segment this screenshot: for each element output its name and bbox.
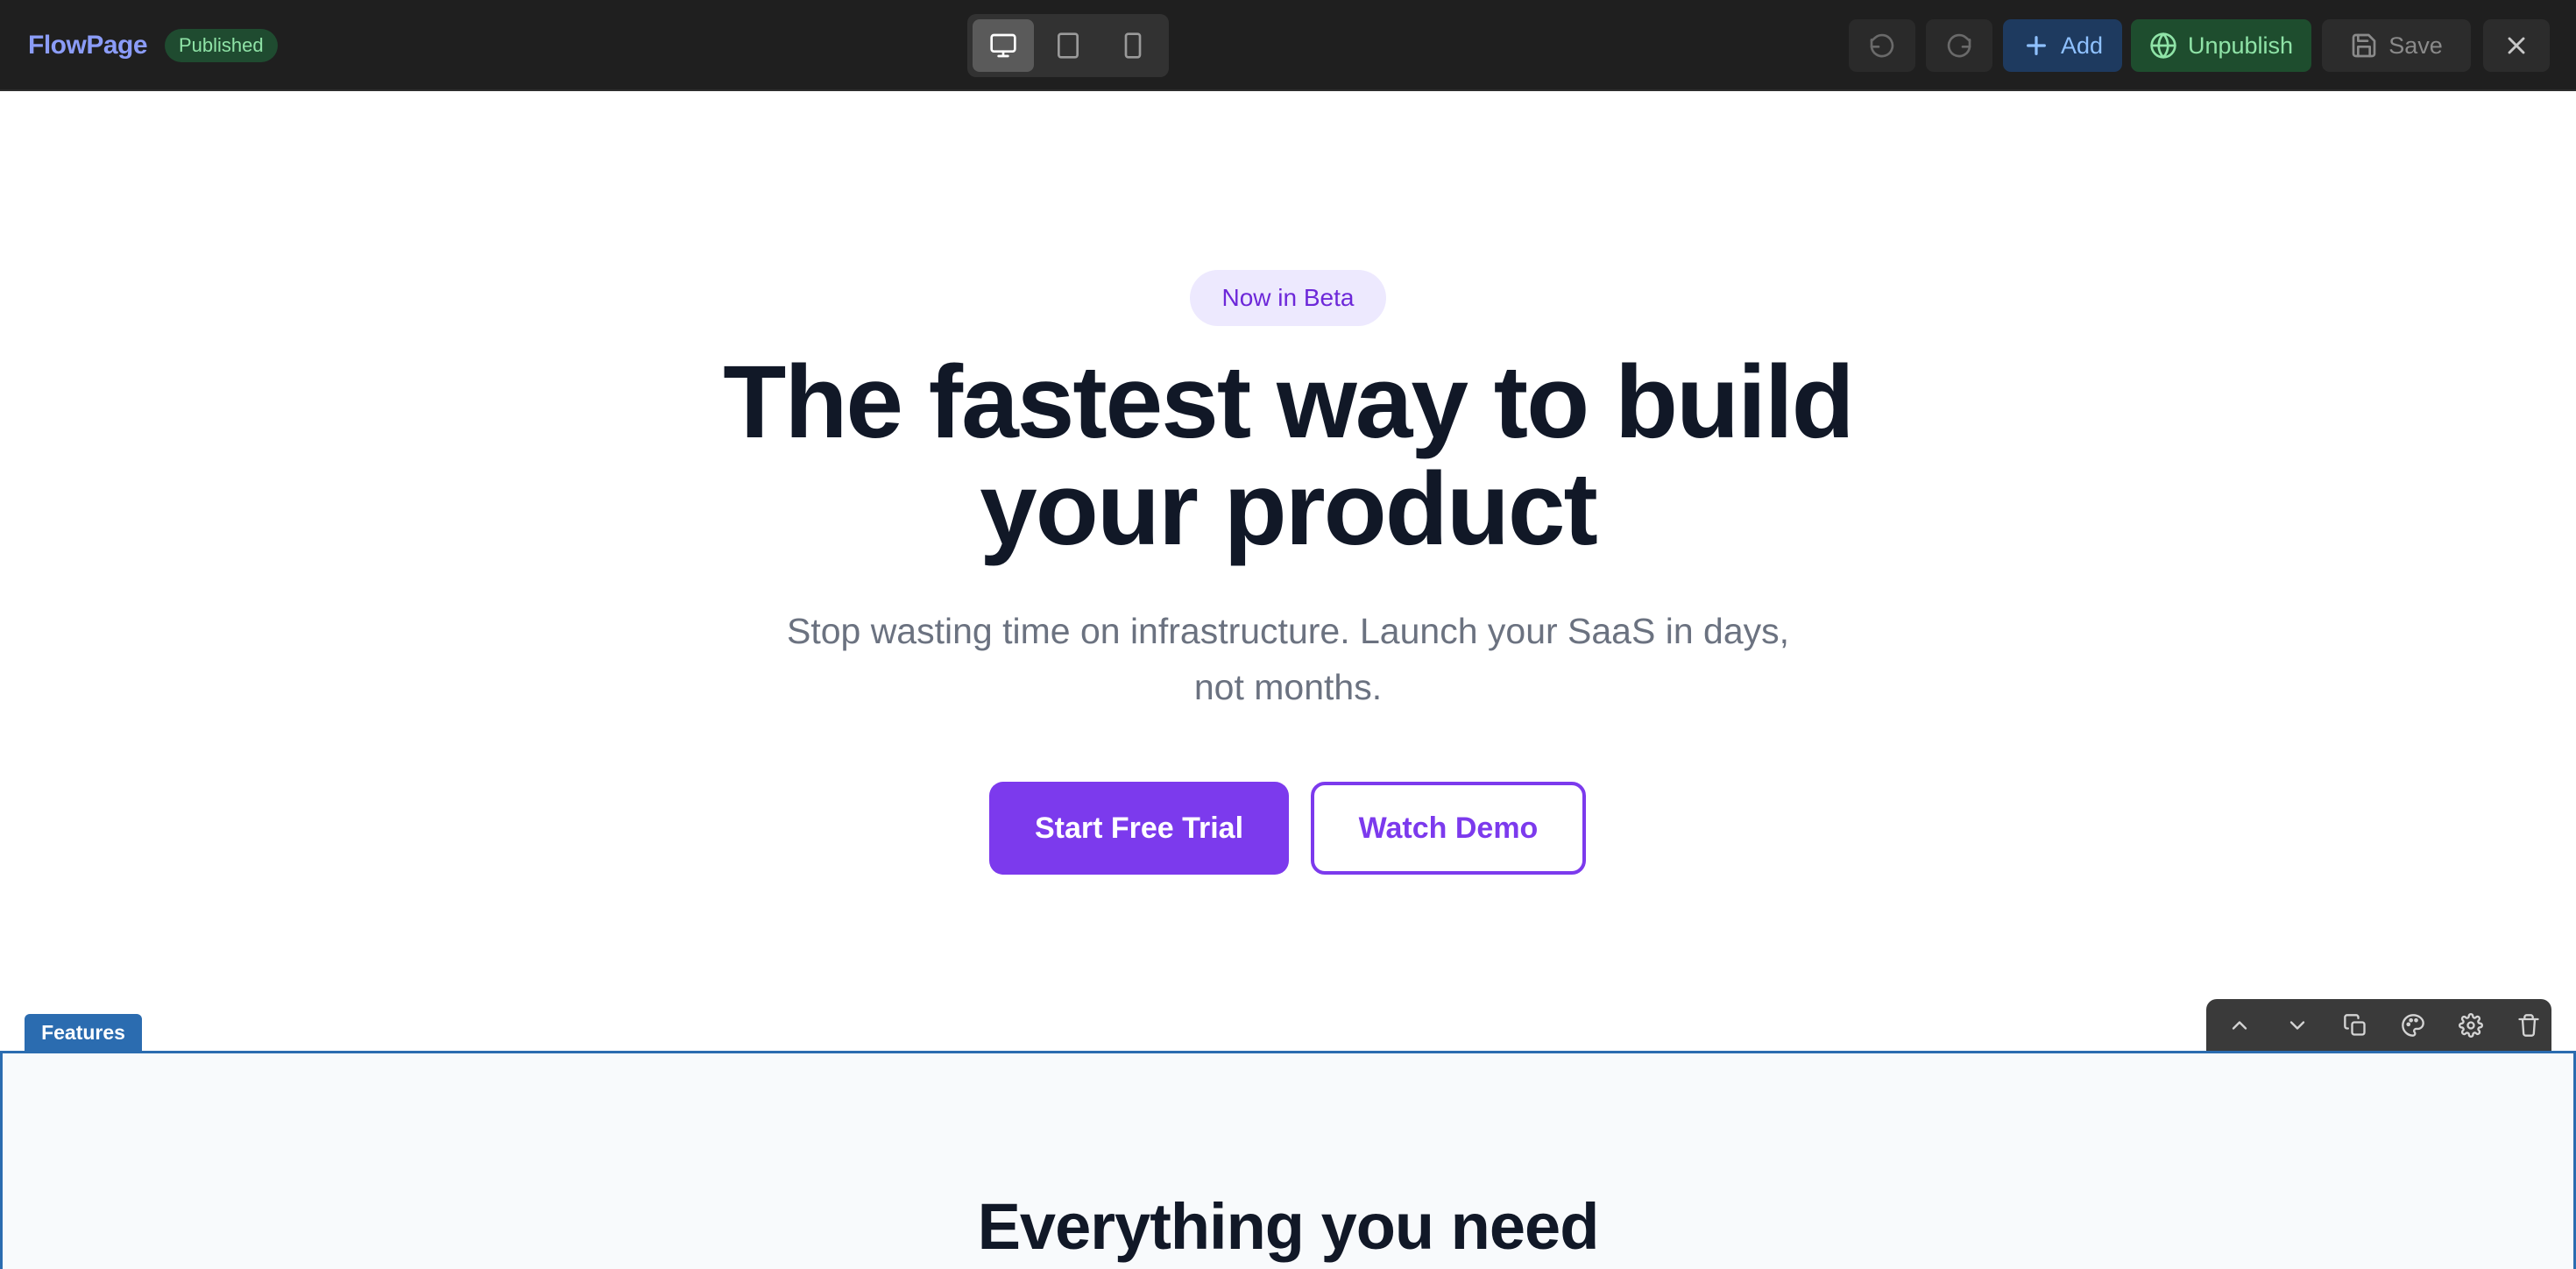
save-label: Save [2388, 32, 2443, 59]
redo-button[interactable] [1926, 19, 1992, 72]
add-block-button[interactable]: Add [2003, 19, 2122, 72]
plus-icon [2027, 36, 2046, 55]
app-logo[interactable]: FlowPage [28, 26, 148, 65]
mobile-view-button[interactable] [1102, 19, 1164, 72]
mobile-icon [1124, 32, 1142, 59]
section-style-button[interactable] [2396, 1008, 2431, 1043]
hero-title-line: The fastest way to build [723, 344, 1855, 460]
chevron-up-icon [2232, 1021, 2247, 1030]
section-settings-button[interactable] [2453, 1008, 2488, 1043]
hero-subtitle[interactable]: Stop wasting time on infrastructure. Lau… [754, 603, 1822, 715]
device-preview-toggle [967, 14, 1169, 77]
delete-section-button[interactable] [2511, 1008, 2546, 1043]
move-section-down-button[interactable] [2280, 1008, 2315, 1043]
desktop-icon [990, 33, 1016, 58]
hero-title-line: your product [980, 451, 1598, 567]
globe-icon [2150, 32, 2176, 59]
hero-title[interactable]: The fastest way to build your product [675, 349, 1901, 563]
features-title[interactable]: Everything you need [0, 1188, 2576, 1265]
undo-button[interactable] [1849, 19, 1915, 72]
watch-demo-button[interactable]: Watch Demo [1311, 782, 1586, 875]
duplicate-section-button[interactable] [2338, 1008, 2373, 1043]
save-icon [2352, 33, 2376, 58]
hero-badge[interactable]: Now in Beta [1190, 270, 1386, 326]
chevron-down-icon [2289, 1021, 2305, 1030]
save-button[interactable]: Save [2322, 19, 2471, 72]
editor-topbar: FlowPage Published Add Unpublish Save [0, 0, 2576, 91]
gear-icon [2459, 1013, 2483, 1038]
status-badge: Published [165, 29, 278, 62]
duplicate-icon [2344, 1014, 2366, 1036]
move-section-up-button[interactable] [2222, 1008, 2257, 1043]
close-editor-button[interactable] [2483, 19, 2550, 72]
undo-icon [1870, 33, 1894, 58]
close-icon [2508, 37, 2525, 54]
unpublish-label: Unpublish [2187, 32, 2294, 59]
tablet-icon [1058, 32, 1079, 59]
hero-subtitle-line: Stop wasting time on infrastructure. Lau… [786, 611, 1790, 651]
unpublish-button[interactable]: Unpublish [2131, 19, 2311, 72]
hero-subtitle-line: not months. [1193, 667, 1383, 707]
tablet-view-button[interactable] [1037, 19, 1099, 72]
add-label: Add [2060, 32, 2104, 59]
trash-icon [2518, 1014, 2539, 1037]
palette-icon [2402, 1014, 2424, 1037]
section-label-tag[interactable]: Features [25, 1014, 142, 1051]
section-actions-toolbar [2206, 999, 2551, 1052]
desktop-view-button[interactable] [973, 19, 1034, 72]
redo-icon [1947, 33, 1971, 58]
start-free-trial-button[interactable]: Start Free Trial [989, 782, 1289, 875]
